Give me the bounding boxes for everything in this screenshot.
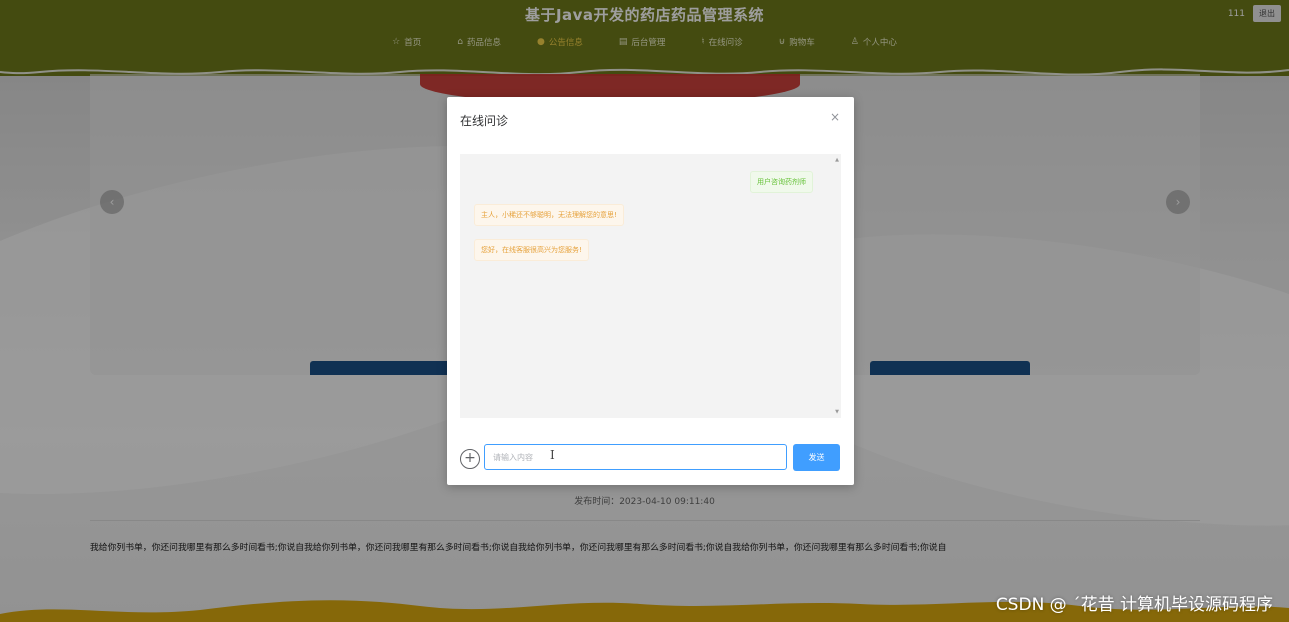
message-input[interactable] <box>484 444 787 470</box>
chat-messages[interactable]: 用户咨询药剂师 主人，小稀还不够聪明，无法理解您的意思! 您好，在线客服很高兴为… <box>460 154 841 418</box>
user-message: 用户咨询药剂师 <box>750 171 813 193</box>
dialog-title: 在线问诊 <box>460 114 509 128</box>
bot-message: 您好，在线客服很高兴为您服务! <box>474 239 589 261</box>
plus-circle-icon[interactable]: + <box>460 449 480 469</box>
send-button[interactable]: 发送 <box>793 444 840 471</box>
text-cursor-icon: I <box>550 448 555 462</box>
chat-scrollbar[interactable]: ▲ ▼ <box>832 154 841 418</box>
close-icon[interactable]: × <box>830 110 840 124</box>
consultation-dialog: 在线问诊 × 用户咨询药剂师 主人，小稀还不够聪明，无法理解您的意思! 您好，在… <box>447 97 854 485</box>
watermark: CSDN @ ˊ花昔 计算机毕设源码程序 <box>995 595 1273 615</box>
scroll-up-icon[interactable]: ▲ <box>835 157 839 163</box>
bot-message: 主人，小稀还不够聪明，无法理解您的意思! <box>474 204 624 226</box>
message-input-row: + I 发送 <box>460 444 841 472</box>
scroll-down-icon[interactable]: ▼ <box>835 409 839 415</box>
